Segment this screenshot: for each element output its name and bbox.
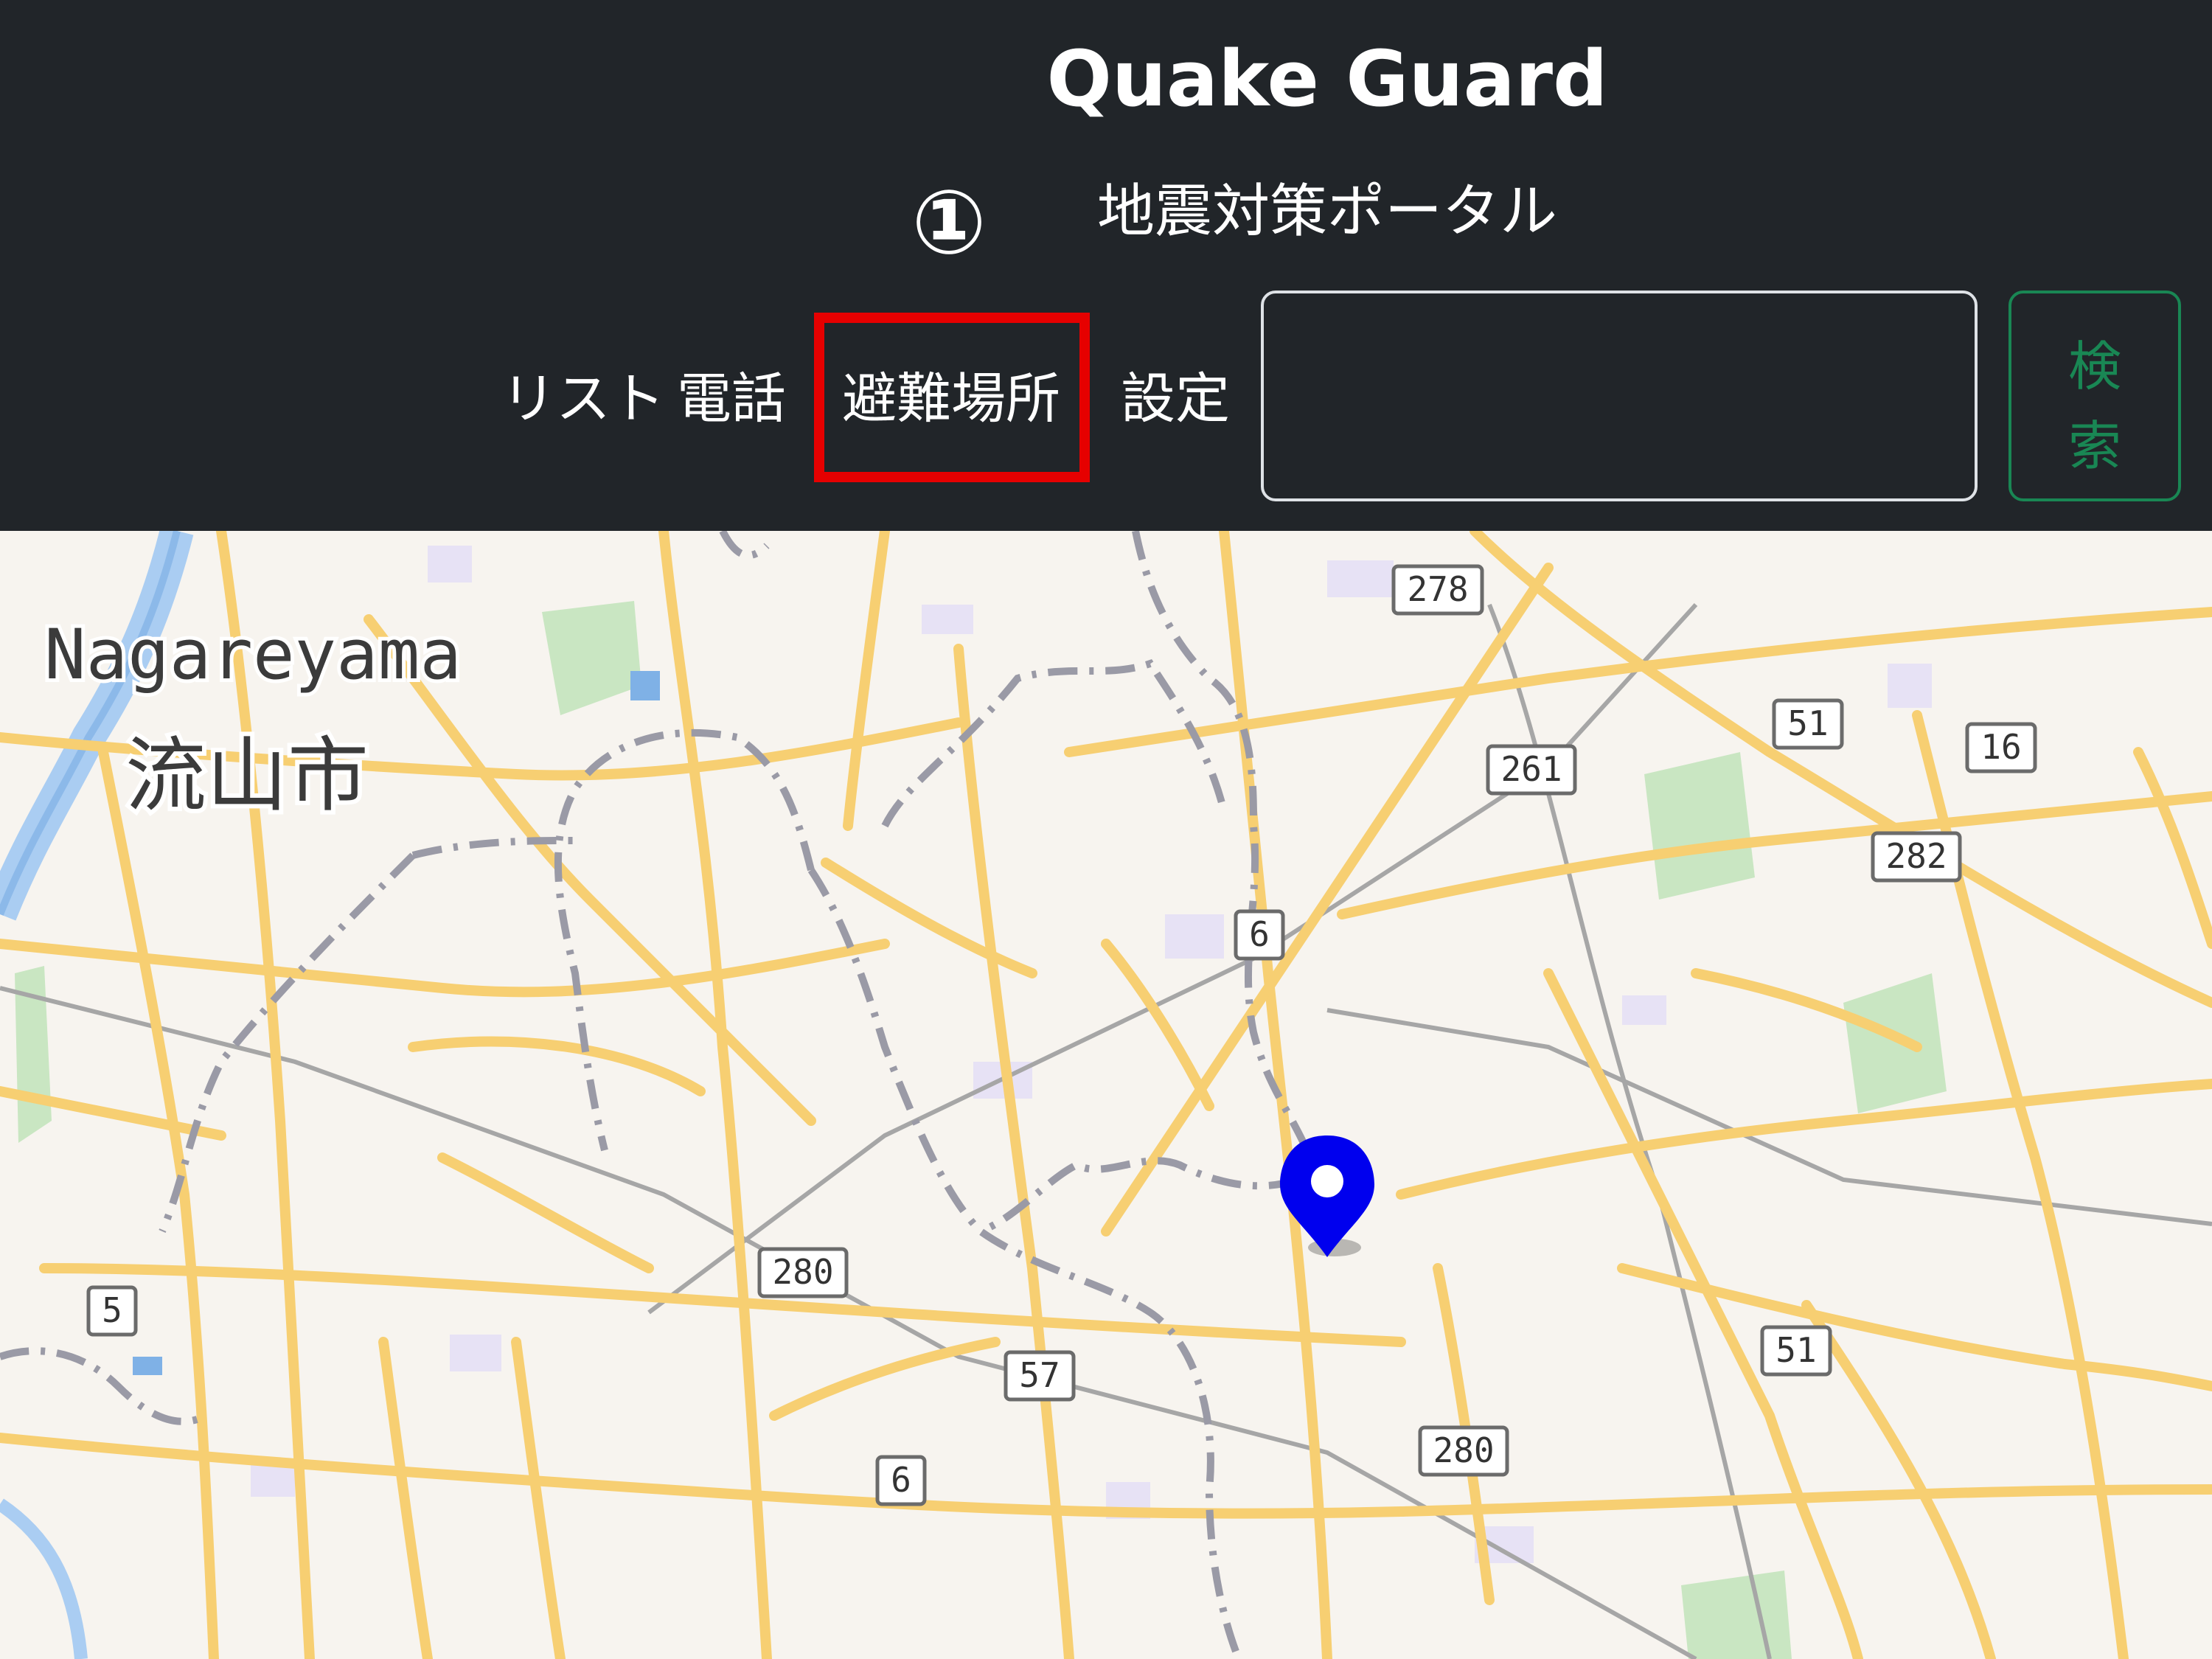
route-shield: 6	[1234, 909, 1285, 961]
svg-text:278: 278	[1407, 569, 1468, 609]
svg-text:6: 6	[1249, 914, 1270, 954]
route-shield: 280	[1418, 1425, 1509, 1477]
route-shield: 5	[86, 1285, 138, 1337]
place-label-ja: 流山市	[125, 728, 369, 823]
search-button-label-1: 検	[2067, 335, 2121, 397]
svg-text:16: 16	[1980, 727, 2021, 767]
nav-link-settings[interactable]: 設定	[1121, 358, 1230, 439]
nav-link-phone[interactable]: 電話	[677, 358, 786, 439]
svg-text:282: 282	[1885, 836, 1947, 876]
route-shield: 261	[1486, 744, 1577, 796]
route-shield: 280	[757, 1247, 849, 1298]
route-shield: 57	[1004, 1350, 1076, 1402]
route-shield: 282	[1871, 831, 1962, 883]
svg-text:280: 280	[1433, 1430, 1494, 1470]
search-button[interactable]: 検 索	[2008, 291, 2181, 501]
svg-text:57: 57	[1019, 1355, 1060, 1395]
route-shield: 278	[1391, 564, 1484, 616]
route-shield: 51	[1772, 698, 1844, 750]
app-subtitle: 地震対策ポータル	[1096, 178, 1557, 245]
step-marker: ①	[911, 172, 987, 274]
svg-text:5: 5	[102, 1290, 122, 1330]
route-shield: 51	[1760, 1325, 1832, 1377]
svg-text:280: 280	[772, 1252, 833, 1292]
app-title[interactable]: Quake Guard	[1018, 31, 1637, 127]
route-shield: 6	[875, 1455, 927, 1506]
app-header: Quake Guard 地震対策ポータル ① リスト 電話 避難場所 設定 検 …	[0, 0, 2212, 531]
place-label-en: Nagareyama	[44, 615, 462, 695]
route-shield: 16	[1965, 722, 2037, 773]
svg-text:51: 51	[1787, 703, 1828, 743]
search-input[interactable]	[1261, 291, 1978, 501]
svg-text:51: 51	[1775, 1330, 1816, 1370]
map-canvas[interactable]: Nagareyama 流山市 278 51 16 261 282 6 280 5…	[0, 531, 2212, 1659]
nav-link-list[interactable]: リスト	[501, 358, 665, 439]
svg-text:6: 6	[891, 1460, 911, 1500]
map-view[interactable]: Nagareyama 流山市 278 51 16 261 282 6 280 5…	[0, 531, 2212, 1659]
svg-text:261: 261	[1500, 749, 1562, 789]
highlight-box	[814, 313, 1090, 482]
search-button-label-2: 索	[2067, 415, 2121, 477]
